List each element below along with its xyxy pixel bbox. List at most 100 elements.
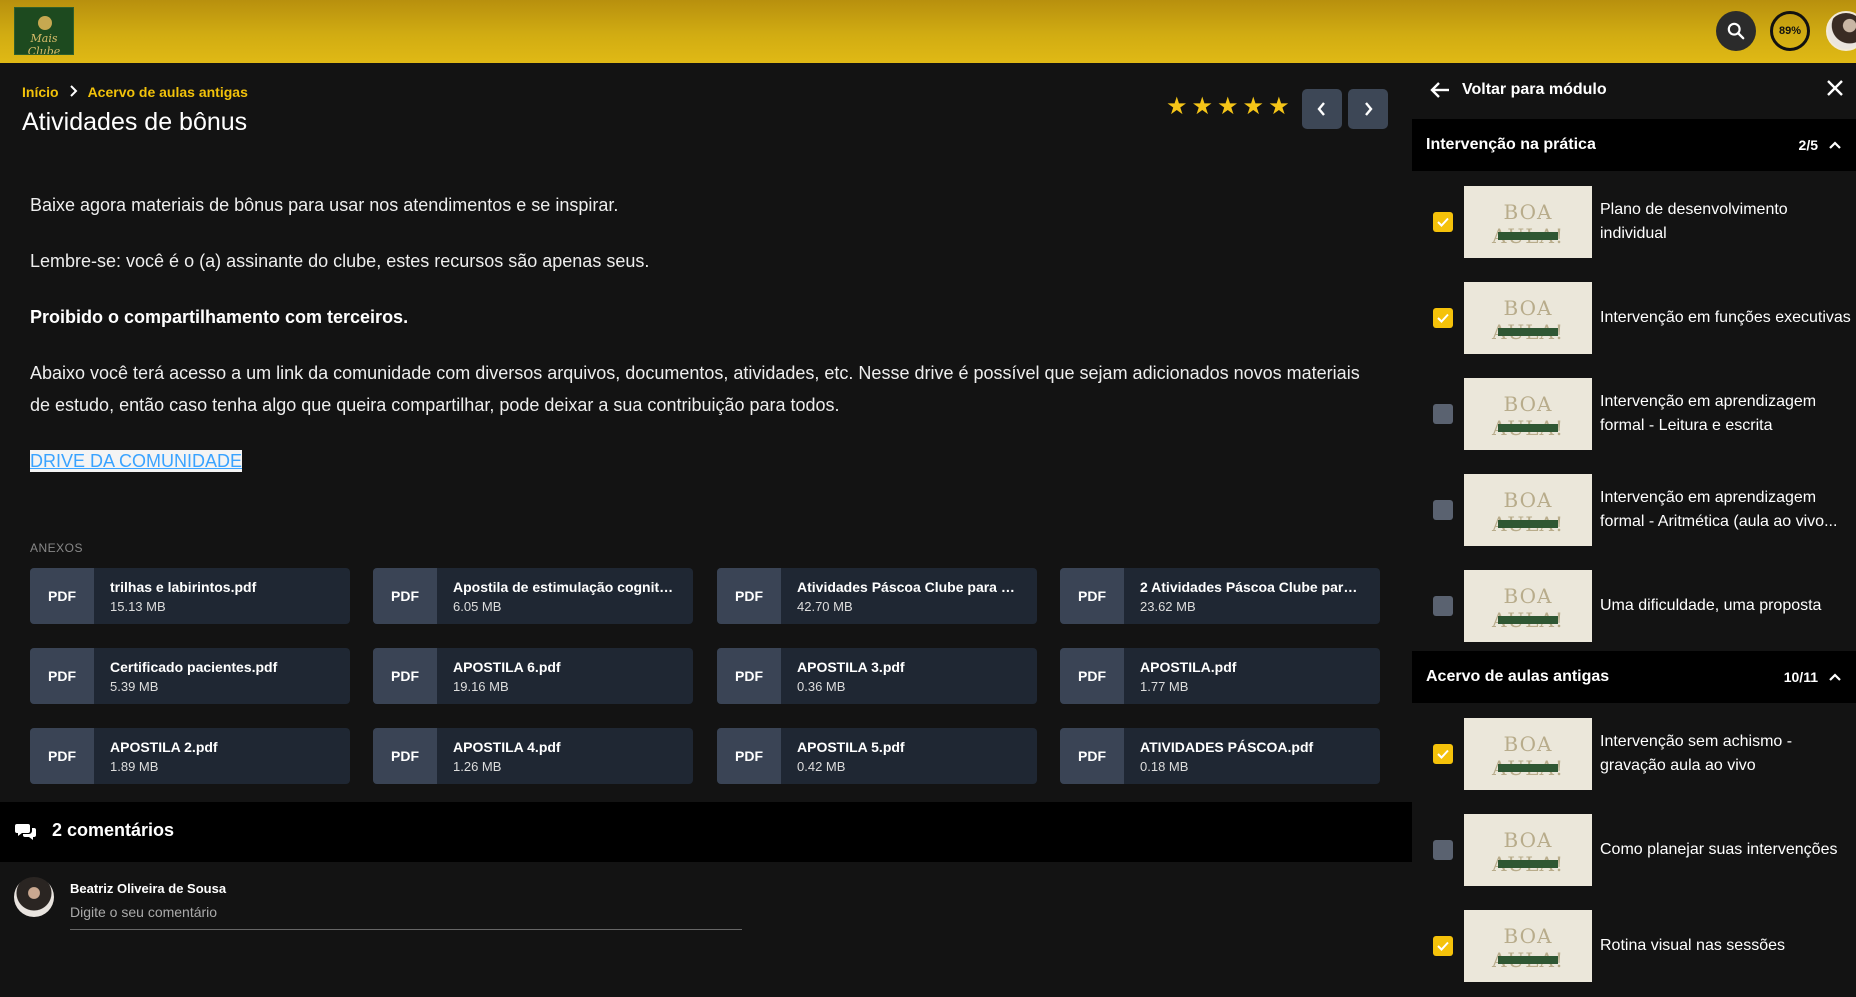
lesson-checkbox[interactable]: [1433, 404, 1453, 424]
attachment-name: APOSTILA 3.pdf: [797, 658, 905, 675]
attachment-item[interactable]: PDF APOSTILA 3.pdf 0.36 MB: [717, 648, 1037, 704]
arrow-left-icon: [1430, 82, 1449, 98]
lesson-title: Intervenção em aprendizagem formal - Ari…: [1600, 489, 1838, 530]
chevron-up-icon: [1829, 141, 1841, 149]
chevron-up-icon: [1829, 673, 1841, 681]
lesson-thumbnail[interactable]: BOA AULA!: [1464, 282, 1592, 354]
attachment-size: 5.39 MB: [110, 678, 159, 694]
description-paragraph: Baixe agora materiais de bônus para usar…: [30, 195, 619, 215]
breadcrumb: Início Acervo de aulas antigas: [22, 84, 248, 100]
lesson-item[interactable]: BOA AULA! Uma dificuldade, uma proposta: [1412, 563, 1856, 649]
lesson-item[interactable]: BOA AULA! Intervenção sem achismo - grav…: [1412, 711, 1856, 797]
attachment-size: 1.77 MB: [1140, 678, 1189, 694]
pdf-icon: PDF: [1060, 648, 1124, 704]
attachment-item[interactable]: PDF Atividades Páscoa Clube para psi... 42…: [717, 568, 1037, 624]
brand-logo[interactable]: Mais Clube: [14, 7, 74, 55]
lesson-checkbox[interactable]: [1433, 500, 1453, 520]
check-icon: [1437, 217, 1449, 227]
comments-icon: [15, 824, 36, 840]
breadcrumb-home[interactable]: Início: [22, 84, 59, 100]
attachment-size: 19.16 MB: [453, 678, 509, 694]
attachment-size: 6.05 MB: [453, 598, 502, 614]
logo-text: Mais Clube: [27, 32, 61, 55]
lesson-checkbox[interactable]: [1433, 596, 1453, 616]
attachment-size: 23.62 MB: [1140, 598, 1196, 614]
lesson-checkbox[interactable]: [1433, 308, 1453, 328]
community-drive-link[interactable]: DRIVE DA COMUNIDADE: [30, 450, 243, 472]
lesson-item[interactable]: BOA AULA! Intervenção em funções executi…: [1412, 275, 1856, 361]
attachment-item[interactable]: PDF 2 Atividades Páscoa Clube para ... 23.…: [1060, 568, 1380, 624]
lesson-title: Intervenção em funções executivas: [1600, 309, 1851, 326]
lesson-thumbnail[interactable]: BOA AULA!: [1464, 718, 1592, 790]
pdf-icon: PDF: [717, 568, 781, 624]
description-warning: Proibido o compartilhamento com terceiro…: [30, 307, 409, 327]
attachment-item[interactable]: PDF trilhas e labirintos.pdf 15.13 MB: [30, 568, 350, 624]
pdf-icon: PDF: [1060, 728, 1124, 784]
attachment-item[interactable]: PDF APOSTILA 5.pdf 0.42 MB: [717, 728, 1037, 784]
attachment-size: 1.89 MB: [110, 758, 159, 774]
lesson-checkbox[interactable]: [1433, 936, 1453, 956]
pdf-icon: PDF: [1060, 568, 1124, 624]
lesson-checkbox[interactable]: [1433, 840, 1453, 860]
close-sidebar-button[interactable]: [1826, 79, 1844, 102]
lesson-checkbox[interactable]: [1433, 744, 1453, 764]
section-count: 2/5: [1798, 137, 1818, 153]
search-icon: [1727, 22, 1745, 40]
rating-stars[interactable]: ★ ★ ★ ★ ★: [1166, 95, 1290, 119]
attachment-size: 42.70 MB: [797, 598, 853, 614]
lesson-item[interactable]: BOA AULA! Intervenção em aprendizagem fo…: [1412, 467, 1856, 553]
breadcrumb-current[interactable]: Acervo de aulas antigas: [88, 84, 248, 100]
attachment-size: 0.42 MB: [797, 758, 846, 774]
attachment-item[interactable]: PDF Apostila de estimulação cognitiv... 6.…: [373, 568, 693, 624]
description-paragraph: Abaixo você terá acesso a um link da com…: [30, 363, 1360, 415]
attachment-item[interactable]: PDF APOSTILA 6.pdf 19.16 MB: [373, 648, 693, 704]
next-lesson-button[interactable]: [1348, 89, 1388, 129]
lesson-description: Baixe agora materiais de bônus para usar…: [30, 189, 1370, 477]
section-header-acervo[interactable]: Acervo de aulas antigas 10/11: [1412, 651, 1856, 703]
comment-input[interactable]: Digite o seu comentário: [70, 904, 742, 930]
pdf-icon: PDF: [373, 648, 437, 704]
lesson-checkbox[interactable]: [1433, 212, 1453, 232]
user-avatar[interactable]: [1826, 11, 1856, 51]
attachment-size: 0.18 MB: [1140, 758, 1189, 774]
thumbnail-text: BOA AULA!: [1492, 200, 1563, 248]
search-button[interactable]: [1716, 11, 1756, 51]
attachment-name: Certificado pacientes.pdf: [110, 658, 278, 675]
star-icon[interactable]: ★: [1217, 95, 1239, 119]
lesson-item[interactable]: BOA AULA! Como planejar suas intervençõe…: [1412, 807, 1856, 893]
attachment-item[interactable]: PDF Certificado pacientes.pdf 5.39 MB: [30, 648, 350, 704]
lesson-thumbnail[interactable]: BOA AULA!: [1464, 814, 1592, 886]
attachment-item[interactable]: PDF APOSTILA 2.pdf 1.89 MB: [30, 728, 350, 784]
course-progress-indicator[interactable]: 89%: [1770, 11, 1810, 51]
section-header-intervencao[interactable]: Intervenção na prática 2/5: [1412, 119, 1856, 171]
star-icon[interactable]: ★: [1166, 95, 1188, 119]
thumbnail-text: BOA AULA!: [1492, 488, 1563, 536]
back-to-module-button[interactable]: Voltar para módulo: [1430, 81, 1607, 99]
lesson-item[interactable]: BOA AULA! Rotina visual nas sessões: [1412, 903, 1856, 989]
star-icon[interactable]: ★: [1243, 95, 1265, 119]
attachment-size: 1.26 MB: [453, 758, 502, 774]
star-icon[interactable]: ★: [1192, 95, 1214, 119]
attachment-item[interactable]: PDF ATIVIDADES PÁSCOA.pdf 0.18 MB: [1060, 728, 1380, 784]
lesson-thumbnail[interactable]: BOA AULA!: [1464, 570, 1592, 642]
lesson-title: Uma dificuldade, uma proposta: [1600, 597, 1822, 614]
section-count: 10/11: [1783, 669, 1818, 685]
star-icon[interactable]: ★: [1268, 95, 1290, 119]
previous-lesson-button[interactable]: [1302, 89, 1342, 129]
attachment-name: APOSTILA 5.pdf: [797, 738, 905, 755]
lesson-thumbnail[interactable]: BOA AULA!: [1464, 186, 1592, 258]
commenter-name: Beatriz Oliveira de Sousa: [70, 881, 227, 896]
attachment-name: APOSTILA 6.pdf: [453, 658, 561, 675]
thumbnail-text: BOA AULA!: [1492, 584, 1563, 632]
page-title: Atividades de bônus: [22, 108, 248, 136]
lesson-item[interactable]: BOA AULA! Plano de desenvolvimento indiv…: [1412, 179, 1856, 265]
pdf-icon: PDF: [717, 648, 781, 704]
attachment-item[interactable]: PDF APOSTILA.pdf 1.77 MB: [1060, 648, 1380, 704]
attachment-name: Atividades Páscoa Clube para psi...: [797, 578, 1021, 595]
pdf-icon: PDF: [30, 648, 94, 704]
lesson-item[interactable]: BOA AULA! Intervenção em aprendizagem fo…: [1412, 371, 1856, 457]
lesson-thumbnail[interactable]: BOA AULA!: [1464, 474, 1592, 546]
attachment-item[interactable]: PDF APOSTILA 4.pdf 1.26 MB: [373, 728, 693, 784]
lesson-thumbnail[interactable]: BOA AULA!: [1464, 910, 1592, 982]
lesson-thumbnail[interactable]: BOA AULA!: [1464, 378, 1592, 450]
